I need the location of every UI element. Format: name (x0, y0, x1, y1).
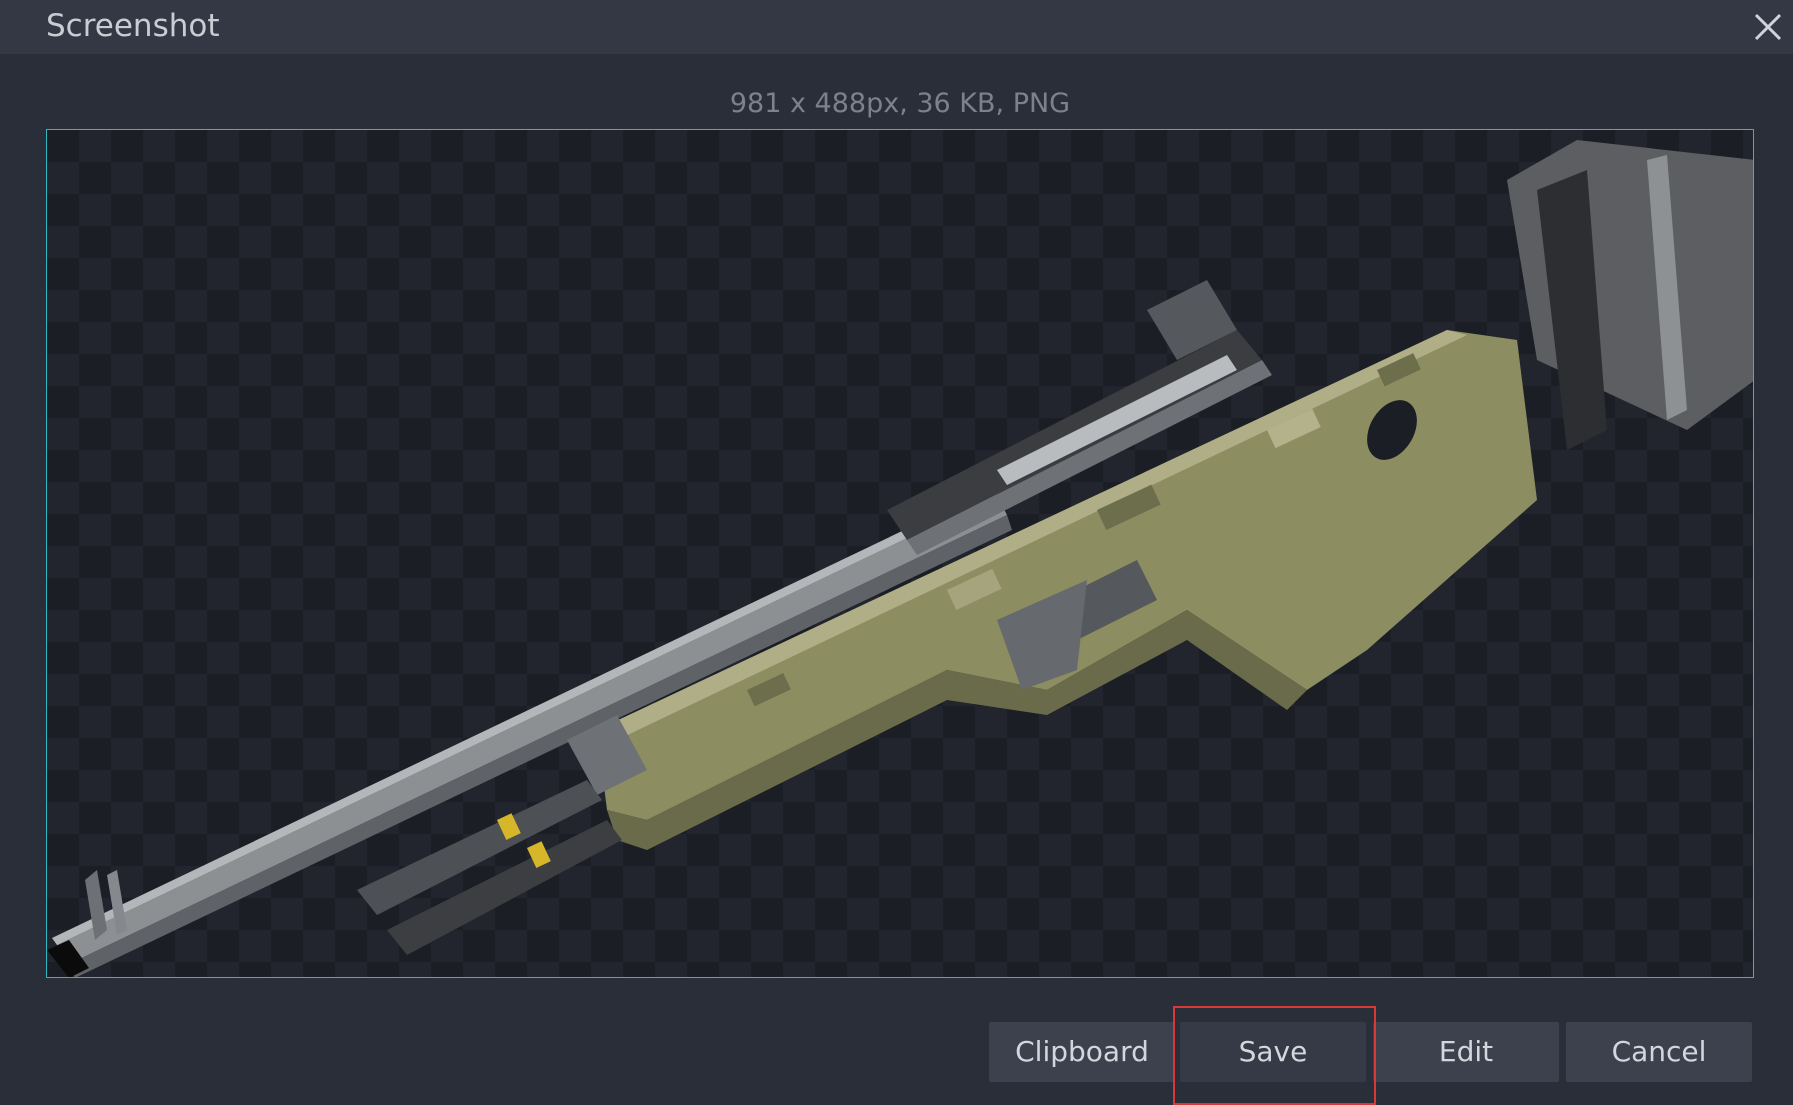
dialog-title: Screenshot (46, 8, 220, 44)
edit-button[interactable]: Edit (1373, 1022, 1559, 1082)
image-info: 981 x 488px, 36 KB, PNG (729, 88, 1071, 119)
close-icon (1754, 13, 1782, 41)
clipboard-button[interactable]: Clipboard (989, 1022, 1175, 1082)
dialog-titlebar: Screenshot (0, 0, 1793, 54)
rifle-model-image (47, 140, 1753, 977)
close-button[interactable] (1739, 0, 1793, 54)
save-button[interactable]: Save (1180, 1022, 1366, 1082)
screenshot-dialog: Screenshot 981 x 488px, 36 KB, PNG Clipb… (0, 0, 1793, 1105)
cancel-button[interactable]: Cancel (1566, 1022, 1752, 1082)
screenshot-preview (46, 129, 1754, 978)
